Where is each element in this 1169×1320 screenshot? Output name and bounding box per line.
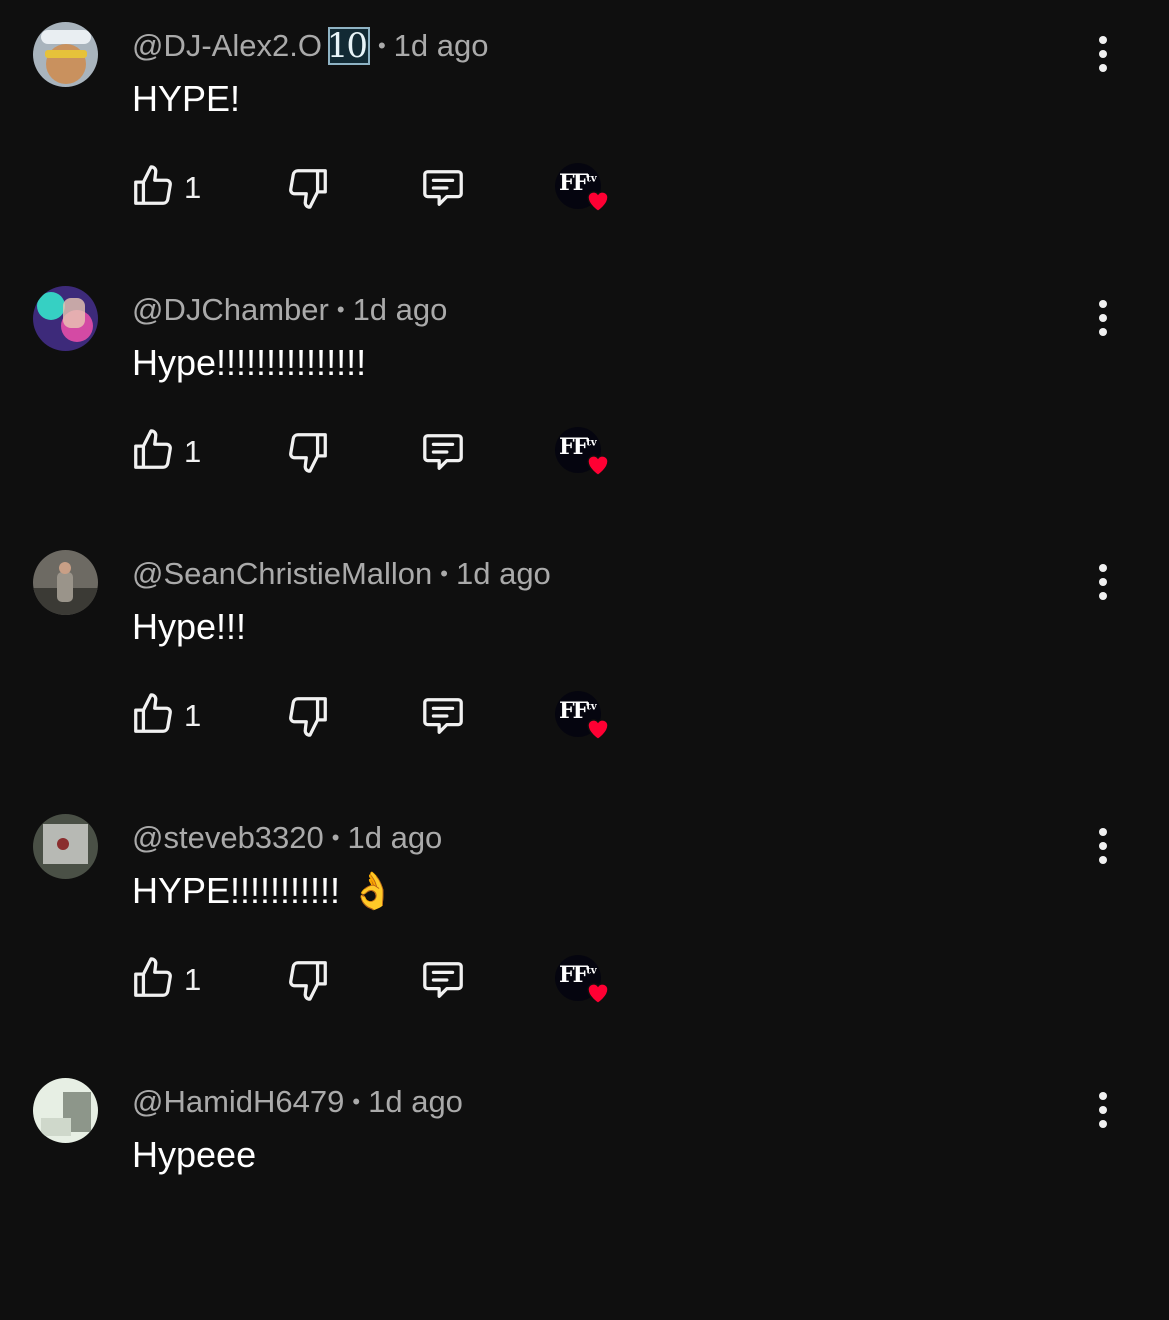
like-button[interactable]: 1 [130,955,201,1001]
separator-dot: • [377,33,386,58]
avatar[interactable] [33,550,98,615]
comment-reply-icon [423,170,463,206]
avatar-glasses [45,50,87,58]
reply-button[interactable] [419,165,467,216]
comment-item: @HamidH6479 • 1d ago Hypeee [0,1056,1169,1320]
comment-reply-icon [423,962,463,998]
avatar-face [63,298,85,328]
membership-badge-label: 10 [326,26,368,66]
author-handle[interactable]: @DJChamber [132,292,329,328]
more-vert-icon[interactable] [1084,816,1122,876]
thumb-down-icon [289,697,327,737]
comment-text: Hypeee [132,1134,257,1175]
comment-age: 1d ago [393,28,489,63]
separator-dot: • [352,1089,361,1114]
avatar-person [57,572,73,602]
avatar-cap [41,30,91,44]
thumb-down-icon [289,433,327,473]
comment-reply-icon [423,698,463,734]
avatar-face [59,562,71,574]
like-count: 1 [184,962,202,997]
comment-header: @HamidH6479 • 1d ago [132,1080,463,1124]
more-vert-icon[interactable] [1084,552,1122,612]
more-vert-icon[interactable] [1084,1080,1122,1140]
comment-header: @DJ-Alex2.O 10 • 1d ago [132,24,488,68]
comment-header: @DJChamber • 1d ago [132,288,447,332]
like-count: 1 [184,434,202,469]
author-handle[interactable]: @DJ-Alex2.O [132,28,322,64]
avatar[interactable] [33,22,98,87]
more-vert-icon[interactable] [1084,24,1122,84]
thumb-down-icon [289,169,327,209]
heart-icon [587,455,609,477]
creator-heart: FFtv [555,955,615,1011]
thumb-up-icon [134,957,172,997]
comment-header: @SeanChristieMallon • 1d ago [132,552,551,596]
reply-button[interactable] [419,429,467,480]
author-handle[interactable]: @SeanChristieMallon [132,556,432,592]
comment-item: @steveb3320 • 1d ago HYPE!!!!!!!!!!! 👌 1… [0,792,1169,1056]
separator-dot: • [336,297,345,322]
reply-button[interactable] [419,957,467,1008]
thumb-up-icon [134,693,172,733]
author-handle[interactable]: @HamidH6479 [132,1084,344,1120]
avatar[interactable] [33,286,98,351]
separator-dot: • [440,561,448,586]
comment-text: HYPE! [132,78,241,119]
comment-text: Hype!!! [132,606,247,647]
author-handle[interactable]: @steveb3320 [132,820,324,856]
avatar[interactable] [33,814,98,879]
dislike-button[interactable] [285,957,331,1008]
heart-icon [587,719,609,741]
comment-reply-icon [423,434,463,470]
avatar-detail [57,838,69,850]
comment-age: 1d ago [455,556,551,591]
more-vert-icon[interactable] [1084,288,1122,348]
thumb-up-icon [134,165,172,205]
like-button[interactable]: 1 [130,163,201,209]
dislike-button[interactable] [285,693,331,744]
thumb-down-icon [289,961,327,1001]
comment-header: @steveb3320 • 1d ago [132,816,442,860]
heart-icon [587,983,609,1005]
comment-age: 1d ago [368,1084,463,1119]
comment-text: Hype!!!!!!!!!!!!!!! [132,342,367,383]
avatar-spot [37,292,65,320]
creator-heart: FFtv [555,427,615,483]
like-button[interactable]: 1 [130,427,201,473]
avatar[interactable] [33,1078,98,1143]
creator-heart: FFtv [555,163,615,219]
comment-item: @DJ-Alex2.O 10 • 1d ago HYPE! 1 FFtv [0,0,1169,264]
like-count: 1 [184,170,202,205]
thumb-up-icon [134,429,172,469]
dislike-button[interactable] [285,429,331,480]
comment-item: @DJChamber • 1d ago Hype!!!!!!!!!!!!!!! … [0,264,1169,528]
like-count: 1 [184,698,202,733]
comment-age: 1d ago [347,820,443,855]
dislike-button[interactable] [285,165,331,216]
membership-badge: 10 [326,26,370,66]
comment-text: HYPE!!!!!!!!!!! 👌 [132,870,395,911]
like-button[interactable]: 1 [130,691,201,737]
heart-icon [587,191,609,213]
comment-age: 1d ago [352,292,448,327]
reply-button[interactable] [419,693,467,744]
comment-item: @SeanChristieMallon • 1d ago Hype!!! 1 F… [0,528,1169,792]
separator-dot: • [331,825,340,850]
avatar-shape [41,1118,71,1136]
creator-heart: FFtv [555,691,615,747]
